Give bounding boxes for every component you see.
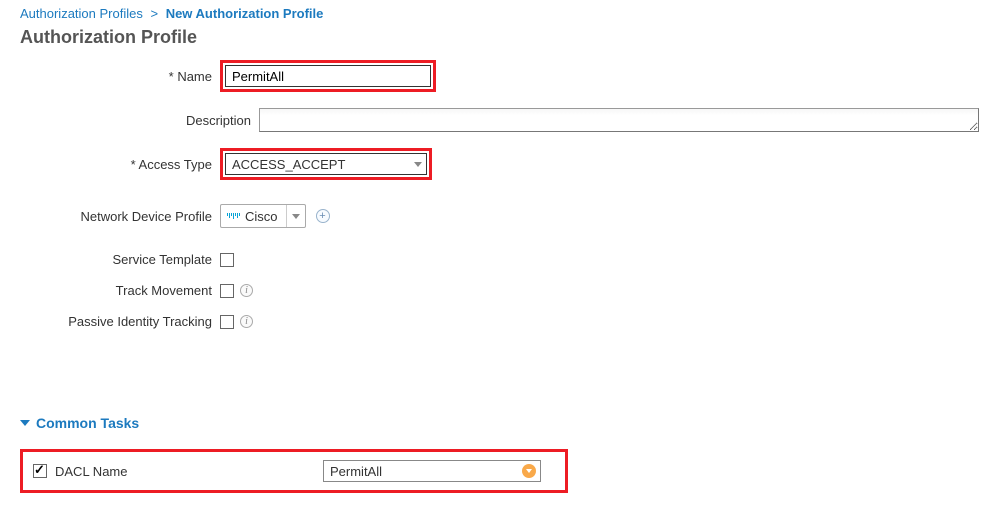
name-input[interactable] xyxy=(225,65,431,87)
name-label: Name xyxy=(20,69,220,84)
access-type-value: ACCESS_ACCEPT xyxy=(232,157,406,172)
common-tasks-section-toggle[interactable]: Common Tasks xyxy=(20,415,979,431)
chevron-down-icon xyxy=(20,420,30,426)
service-template-checkbox[interactable] xyxy=(220,253,234,267)
page-title: Authorization Profile xyxy=(20,27,979,48)
breadcrumb: Authorization Profiles > New Authorizati… xyxy=(20,6,979,21)
info-icon[interactable]: i xyxy=(240,315,253,328)
add-ndp-button[interactable]: + xyxy=(316,209,330,223)
common-tasks-title: Common Tasks xyxy=(36,415,139,431)
dacl-name-label: DACL Name xyxy=(55,464,127,479)
access-type-select[interactable]: ACCESS_ACCEPT xyxy=(225,153,427,175)
dropdown-arrow-icon xyxy=(522,464,536,478)
name-highlight-box xyxy=(220,60,436,92)
chevron-down-icon xyxy=(414,162,422,167)
ndp-value: Cisco xyxy=(245,209,278,224)
dacl-name-select[interactable]: PermitAll xyxy=(323,460,541,482)
description-input[interactable] xyxy=(259,108,979,132)
dacl-name-checkbox[interactable] xyxy=(33,464,47,478)
dacl-highlight-box: DACL Name PermitAll xyxy=(20,449,568,493)
ndp-select[interactable]: Cisco xyxy=(220,204,306,228)
ndp-dropdown-button[interactable] xyxy=(287,214,305,219)
passive-identity-checkbox[interactable] xyxy=(220,315,234,329)
breadcrumb-parent-link[interactable]: Authorization Profiles xyxy=(20,6,143,21)
track-movement-label: Track Movement xyxy=(20,283,220,298)
chevron-down-icon xyxy=(292,214,300,219)
cisco-logo-icon xyxy=(227,213,240,220)
access-type-highlight-box: ACCESS_ACCEPT xyxy=(220,148,432,180)
access-type-label: Access Type xyxy=(20,157,220,172)
description-label: Description xyxy=(20,113,259,128)
service-template-label: Service Template xyxy=(20,252,220,267)
track-movement-checkbox[interactable] xyxy=(220,284,234,298)
ndp-label: Network Device Profile xyxy=(20,209,220,224)
passive-identity-label: Passive Identity Tracking xyxy=(20,314,220,329)
info-icon[interactable]: i xyxy=(240,284,253,297)
breadcrumb-separator: > xyxy=(146,6,162,21)
dacl-name-value: PermitAll xyxy=(330,464,382,479)
breadcrumb-current: New Authorization Profile xyxy=(166,6,324,21)
